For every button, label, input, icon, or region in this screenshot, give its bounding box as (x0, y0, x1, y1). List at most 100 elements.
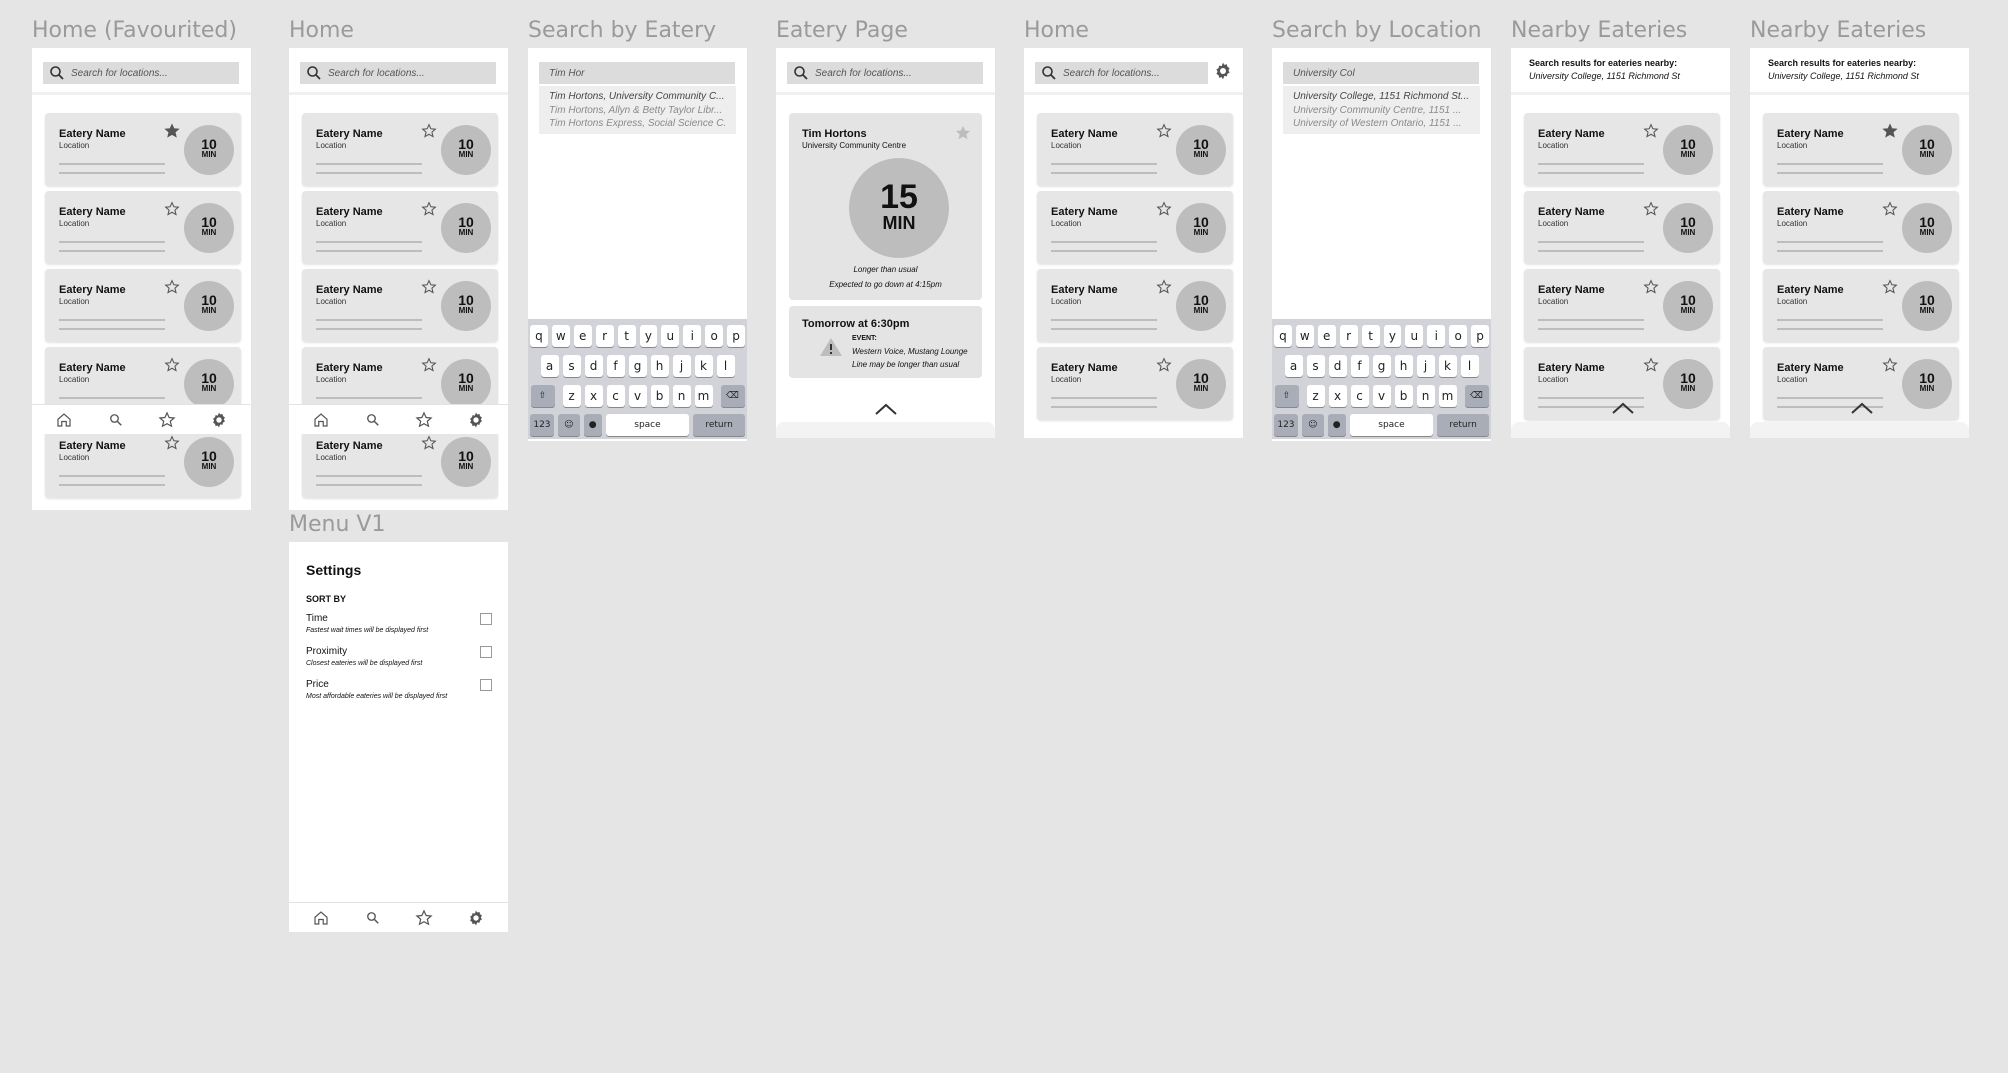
suggestion-item[interactable]: Tim Hortons, Allyn & Betty Taylor Libr..… (549, 104, 726, 118)
eatery-card[interactable]: Eatery Name Location 10 MIN (1524, 191, 1720, 264)
key[interactable]: c (606, 385, 625, 407)
eatery-card[interactable]: Eatery Name Location 10 MIN (302, 191, 498, 264)
eatery-card[interactable]: Eatery Name Location 10 MIN (1763, 269, 1959, 342)
key[interactable]: m (1438, 385, 1457, 407)
key[interactable]: y (639, 325, 658, 347)
eatery-card[interactable]: Eatery Name Location 10 MIN (45, 191, 241, 264)
backspace-key[interactable]: ⌫ (1464, 385, 1489, 407)
key[interactable]: l (716, 355, 735, 377)
key[interactable]: z (1306, 385, 1325, 407)
key[interactable]: c (1350, 385, 1369, 407)
star-icon[interactable] (415, 410, 433, 429)
chevron-up-icon[interactable] (1850, 401, 1874, 415)
key[interactable]: l (1460, 355, 1479, 377)
suggestion-item[interactable]: Tim Hortons, University Community C... (549, 90, 726, 104)
search-input[interactable]: University Col (1283, 62, 1479, 84)
microphone-icon[interactable]: ● (1327, 414, 1346, 436)
eatery-card[interactable]: Eatery Name Location 10 MIN (302, 269, 498, 342)
home-icon[interactable] (312, 411, 330, 429)
key[interactable]: r (1339, 325, 1358, 347)
key[interactable]: q (529, 325, 548, 347)
key[interactable]: w (1295, 325, 1314, 347)
home-icon[interactable] (55, 411, 73, 429)
star-icon[interactable] (421, 357, 437, 373)
eatery-card[interactable]: Eatery Name Location 10 MIN (45, 269, 241, 342)
eatery-card[interactable]: Eatery Name Location 10 MIN (1037, 269, 1233, 342)
numbers-key[interactable]: 123 (530, 414, 554, 436)
key[interactable]: m (694, 385, 713, 407)
eatery-card[interactable]: Eatery Name Location 10 MIN (45, 425, 241, 498)
search-input[interactable]: Search for locations... (43, 62, 239, 84)
key[interactable]: g (1372, 355, 1391, 377)
star-icon[interactable] (421, 279, 437, 295)
eatery-card[interactable]: Eatery Name Location 10 MIN (1763, 191, 1959, 264)
star-icon[interactable] (954, 124, 972, 142)
suggestion-item[interactable]: University College, 1151 Richmond St... (1293, 90, 1470, 104)
space-key[interactable]: space (1349, 414, 1434, 436)
key[interactable]: o (1449, 325, 1468, 347)
gear-icon[interactable] (467, 909, 485, 927)
key[interactable]: d (1328, 355, 1347, 377)
star-icon[interactable] (158, 410, 176, 429)
star-icon[interactable] (1156, 123, 1172, 139)
star-icon[interactable] (1882, 123, 1898, 139)
star-icon[interactable] (1156, 279, 1172, 295)
search-icon[interactable] (364, 909, 382, 927)
search-icon[interactable] (107, 411, 125, 429)
star-icon[interactable] (1643, 123, 1659, 139)
key[interactable]: p (1471, 325, 1490, 347)
backspace-key[interactable]: ⌫ (720, 385, 745, 407)
suggestion-item[interactable]: University Community Centre, 1151 ... (1293, 104, 1470, 118)
key[interactable]: u (1405, 325, 1424, 347)
sort-price-checkbox[interactable] (480, 679, 492, 691)
star-icon[interactable] (1156, 357, 1172, 373)
star-icon[interactable] (164, 201, 180, 217)
key[interactable]: k (694, 355, 713, 377)
bottom-sheet-handle[interactable] (1511, 422, 1730, 438)
space-key[interactable]: space (605, 414, 690, 436)
search-input[interactable]: Search for locations... (787, 62, 983, 84)
eatery-card[interactable]: Eatery Name Location 10 MIN (1037, 347, 1233, 420)
key[interactable]: x (584, 385, 603, 407)
key[interactable]: a (540, 355, 559, 377)
eatery-card[interactable]: Eatery Name Location 10 MIN (1037, 191, 1233, 264)
chevron-up-icon[interactable] (874, 402, 898, 416)
key[interactable]: o (705, 325, 724, 347)
search-icon[interactable] (364, 411, 382, 429)
search-input[interactable]: Search for locations... (300, 62, 496, 84)
key[interactable]: x (1328, 385, 1347, 407)
search-input[interactable]: Search for locations... (1035, 62, 1208, 84)
star-icon[interactable] (1643, 201, 1659, 217)
key[interactable]: s (562, 355, 581, 377)
key[interactable]: g (628, 355, 647, 377)
star-icon[interactable] (415, 908, 433, 927)
gear-icon[interactable] (210, 411, 228, 429)
gear-icon[interactable] (467, 411, 485, 429)
key[interactable]: b (650, 385, 669, 407)
star-icon[interactable] (421, 201, 437, 217)
key[interactable]: z (562, 385, 581, 407)
search-input[interactable]: Tim Hor (539, 62, 735, 84)
star-icon[interactable] (1882, 279, 1898, 295)
key[interactable]: k (1438, 355, 1457, 377)
eatery-card[interactable]: Eatery Name Location 10 MIN (302, 113, 498, 186)
return-key[interactable]: return (693, 414, 745, 436)
key[interactable]: v (1372, 385, 1391, 407)
key[interactable]: s (1306, 355, 1325, 377)
eatery-card[interactable]: Eatery Name Location 10 MIN (302, 425, 498, 498)
gear-icon[interactable] (1213, 61, 1233, 81)
shift-key[interactable]: ⇧ (1274, 385, 1299, 407)
star-icon[interactable] (1882, 201, 1898, 217)
star-icon[interactable] (164, 435, 180, 451)
star-icon[interactable] (1643, 357, 1659, 373)
sort-time-checkbox[interactable] (480, 613, 492, 625)
key[interactable]: f (606, 355, 625, 377)
emoji-key[interactable]: ☺ (557, 414, 580, 436)
star-icon[interactable] (1643, 279, 1659, 295)
microphone-icon[interactable]: ● (583, 414, 602, 436)
key[interactable]: b (1394, 385, 1413, 407)
star-icon[interactable] (421, 435, 437, 451)
key[interactable]: n (672, 385, 691, 407)
key[interactable]: t (617, 325, 636, 347)
numbers-key[interactable]: 123 (1274, 414, 1298, 436)
